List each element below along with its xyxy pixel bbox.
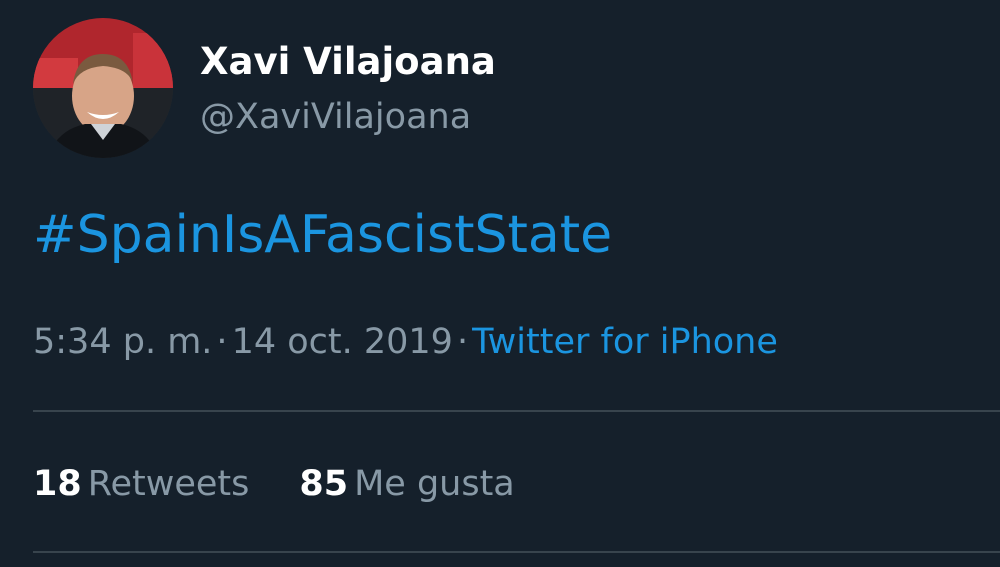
tweet-stats: 18 Retweets 85 Me gusta — [33, 458, 515, 510]
meta-separator: · — [216, 322, 228, 362]
tweet-date[interactable]: 14 oct. 2019 — [232, 322, 453, 362]
retweets-count: 18 — [33, 464, 82, 504]
avatar-photo — [33, 18, 173, 158]
tweet-metadata: 5:34 p. m. · 14 oct. 2019 · Twitter for iPho… — [33, 316, 778, 368]
tweet-card: Xavi Vilajoana @XaviVilajoana #SpainIsAF… — [0, 0, 1000, 567]
likes-label: Me gusta — [354, 464, 515, 504]
tweet-time[interactable]: 5:34 p. m. — [33, 322, 212, 362]
meta-separator: · — [456, 322, 469, 362]
username[interactable]: @XaviVilajoana — [200, 93, 471, 141]
divider — [33, 410, 1000, 412]
avatar[interactable] — [33, 18, 173, 158]
likes-stat[interactable]: 85 Me gusta — [299, 458, 514, 510]
tweet-source-link[interactable]: Twitter for iPhone — [472, 322, 778, 362]
retweets-stat[interactable]: 18 Retweets — [33, 458, 249, 510]
divider — [33, 551, 1000, 553]
likes-count: 85 — [299, 464, 349, 504]
hashtag-link[interactable]: #SpainIsAFascistState — [33, 202, 612, 268]
retweets-label: Retweets — [87, 464, 250, 504]
display-name[interactable]: Xavi Vilajoana — [200, 38, 496, 86]
